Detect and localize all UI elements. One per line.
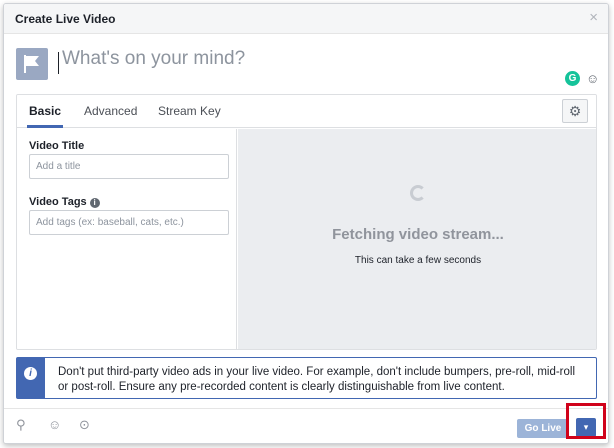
dialog-header: Create Live Video × [4,4,608,34]
video-details-form: Video Title Video Tagsi [17,129,237,349]
tab-stream-key[interactable]: Stream Key [158,104,221,118]
info-icon: i [24,367,37,380]
emoji-icon[interactable]: ☺ [586,72,599,85]
tag-people-icon[interactable]: ⚲ [16,418,26,432]
location-icon[interactable]: ⊙ [79,418,90,432]
composer: What's on your mind? G ☺ [4,35,608,88]
video-tags-input[interactable] [29,210,229,235]
tab-bar: Basic Advanced Stream Key ⚙ [17,95,596,128]
grammarly-icon[interactable]: G [565,71,580,86]
info-icon[interactable]: i [89,198,100,208]
composer-input[interactable]: What's on your mind? [62,48,245,70]
video-tags-label-row: Video Tags i [29,196,100,208]
feeling-icon[interactable]: ☺ [48,418,61,432]
page-avatar [16,48,48,80]
fetching-status: Fetching video stream... [332,226,504,243]
notice-text: Don't put third-party video ads in your … [58,366,576,393]
loading-spinner-icon [410,185,426,201]
settings-panel: Basic Advanced Stream Key ⚙ Video Title … [16,94,597,350]
close-icon[interactable]: × [589,10,598,25]
chevron-down-icon[interactable]: ▾ [576,418,596,437]
text-cursor [58,52,59,74]
create-live-video-dialog: Create Live Video × What's on your mind?… [3,3,609,444]
dialog-footer: ⚲ ☺ ⊙ Go Live ▾ [4,408,608,443]
ads-notice: i Don't put third-party video ads in you… [16,357,597,399]
tab-basic[interactable]: Basic [29,104,61,118]
video-preview: Fetching video stream... This can take a… [238,129,596,349]
notice-accent-bar: i [17,358,45,398]
video-title-label: Video Title [29,140,85,152]
video-tags-label: Video Tags [29,196,87,208]
gear-icon[interactable]: ⚙ [562,99,588,123]
fetching-substatus: This can take a few seconds [354,255,482,266]
go-live-button[interactable]: Go Live [517,419,569,438]
dialog-title: Create Live Video [15,12,116,26]
active-tab-indicator [27,125,63,128]
video-title-input[interactable] [29,154,229,179]
tab-advanced[interactable]: Advanced [84,104,137,118]
flag-icon [24,55,39,73]
